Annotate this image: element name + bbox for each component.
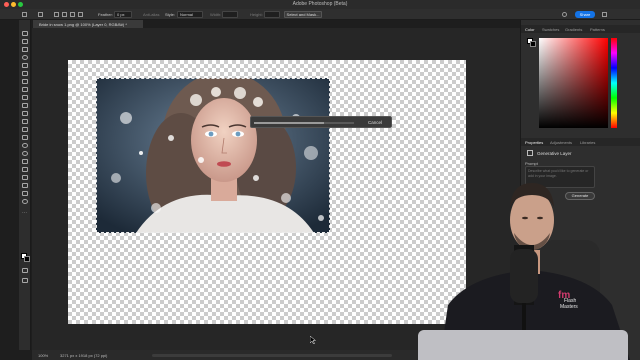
screen-mode-icon[interactable] — [22, 278, 28, 283]
tab-gradients[interactable]: Gradients — [565, 27, 582, 32]
generative-fill-progress-bar: Cancel — [250, 116, 392, 128]
height-label: Height: — [250, 12, 263, 17]
new-selection-icon[interactable] — [54, 12, 59, 17]
intersect-selection-icon[interactable] — [78, 12, 83, 17]
object-selection-tool-icon[interactable] — [22, 63, 28, 68]
color-panel-tabs: Color Swatches Gradients Patterns — [521, 25, 640, 33]
document-info[interactable]: 3271 px x 1918 px (72 ppi) — [60, 353, 107, 358]
panel-background-swatch[interactable] — [530, 41, 536, 47]
gradient-tool-icon[interactable] — [22, 135, 28, 140]
feather-label: Feather: — [98, 12, 113, 17]
status-bar: 100% 3271 px x 1918 px (72 ppi) — [32, 350, 422, 360]
eyedropper-tool-icon[interactable] — [22, 87, 28, 92]
blur-tool-icon[interactable] — [22, 143, 28, 148]
artboard-tool-icon[interactable] — [22, 39, 28, 44]
generative-layer-icon — [527, 150, 533, 156]
home-icon[interactable] — [22, 12, 27, 17]
more-tools-icon[interactable]: ··· — [22, 211, 28, 216]
antialias-checkbox[interactable]: Anti-alias — [143, 12, 159, 17]
window-title: Adobe Photoshop (Beta) — [292, 1, 348, 7]
marquee-tool-icon[interactable] — [38, 12, 43, 17]
tab-libraries[interactable]: Libraries — [580, 140, 595, 145]
tools-panel: ··· — [19, 20, 31, 350]
tab-adjustments[interactable]: Adjustments — [550, 140, 572, 145]
eraser-tool-icon[interactable] — [22, 127, 28, 132]
subtract-selection-icon[interactable] — [70, 12, 75, 17]
shape-tool-icon[interactable] — [22, 183, 28, 188]
workspace-icon[interactable] — [602, 12, 607, 17]
lasso-tool-icon[interactable] — [22, 55, 28, 60]
document-tab-label: Bride in snow 1.png @ 100% (Layer 0, RGB… — [39, 22, 127, 27]
background-color-swatch[interactable] — [24, 256, 30, 262]
clone-stamp-tool-icon[interactable] — [22, 111, 28, 116]
generative-layer-title: Generative Layer — [537, 151, 572, 156]
progress-track — [254, 122, 354, 124]
horizontal-scrollbar[interactable] — [152, 354, 392, 357]
share-button[interactable]: Share — [575, 11, 595, 18]
bride-photo — [96, 78, 330, 233]
add-selection-icon[interactable] — [62, 12, 67, 17]
width-input[interactable] — [222, 11, 238, 18]
quick-mask-icon[interactable] — [22, 268, 28, 273]
pen-tool-icon[interactable] — [22, 159, 28, 164]
crop-tool-icon[interactable] — [22, 71, 28, 76]
type-tool-icon[interactable] — [22, 167, 28, 172]
feather-input[interactable]: 0 px — [114, 11, 132, 18]
width-label: Width: — [210, 12, 222, 17]
options-bar: Feather: 0 px Anti-alias Style: Normal W… — [0, 9, 640, 20]
zoom-tool-icon[interactable] — [22, 199, 28, 204]
cancel-button[interactable]: Cancel — [363, 119, 387, 126]
brush-tool-icon[interactable] — [22, 103, 28, 108]
color-picker-field[interactable] — [539, 38, 608, 128]
style-label: Style: — [165, 12, 176, 17]
presenter-shirt-text: Flash Masters — [560, 298, 578, 310]
path-selection-tool-icon[interactable] — [22, 175, 28, 180]
progress-fill — [254, 122, 324, 124]
move-tool-icon[interactable] — [22, 31, 28, 36]
photoshop-window: Adobe Photoshop (Beta) Feather: 0 px Ant… — [0, 0, 640, 360]
hue-slider[interactable] — [611, 38, 617, 128]
properties-panel-tabs: Properties Adjustments Libraries — [521, 138, 640, 146]
rect-marquee-tool-icon[interactable] — [22, 47, 28, 52]
search-icon[interactable] — [562, 12, 567, 17]
tab-color[interactable]: Color — [525, 27, 535, 32]
hand-tool-icon[interactable] — [22, 191, 28, 196]
style-select[interactable]: Normal — [177, 11, 203, 18]
tab-properties[interactable]: Properties — [525, 140, 543, 145]
tab-patterns[interactable]: Patterns — [590, 27, 605, 32]
frame-tool-icon[interactable] — [22, 79, 28, 84]
history-brush-tool-icon[interactable] — [22, 119, 28, 124]
healing-brush-tool-icon[interactable] — [22, 95, 28, 100]
height-input[interactable] — [264, 11, 280, 18]
document-tab[interactable]: Bride in snow 1.png @ 100% (Layer 0, RGB… — [33, 20, 143, 28]
title-bar: Adobe Photoshop (Beta) — [0, 0, 640, 9]
dodge-tool-icon[interactable] — [22, 151, 28, 156]
zoom-level[interactable]: 100% — [38, 353, 48, 358]
laptop-lid — [418, 330, 628, 360]
mouse-cursor-icon — [310, 336, 316, 344]
select-and-mask-button[interactable]: Select and Mask... — [284, 11, 322, 18]
shirt-text-line-2: Masters — [560, 304, 578, 310]
document-canvas[interactable]: Cancel — [68, 60, 466, 324]
tab-swatches[interactable]: Swatches — [542, 27, 559, 32]
